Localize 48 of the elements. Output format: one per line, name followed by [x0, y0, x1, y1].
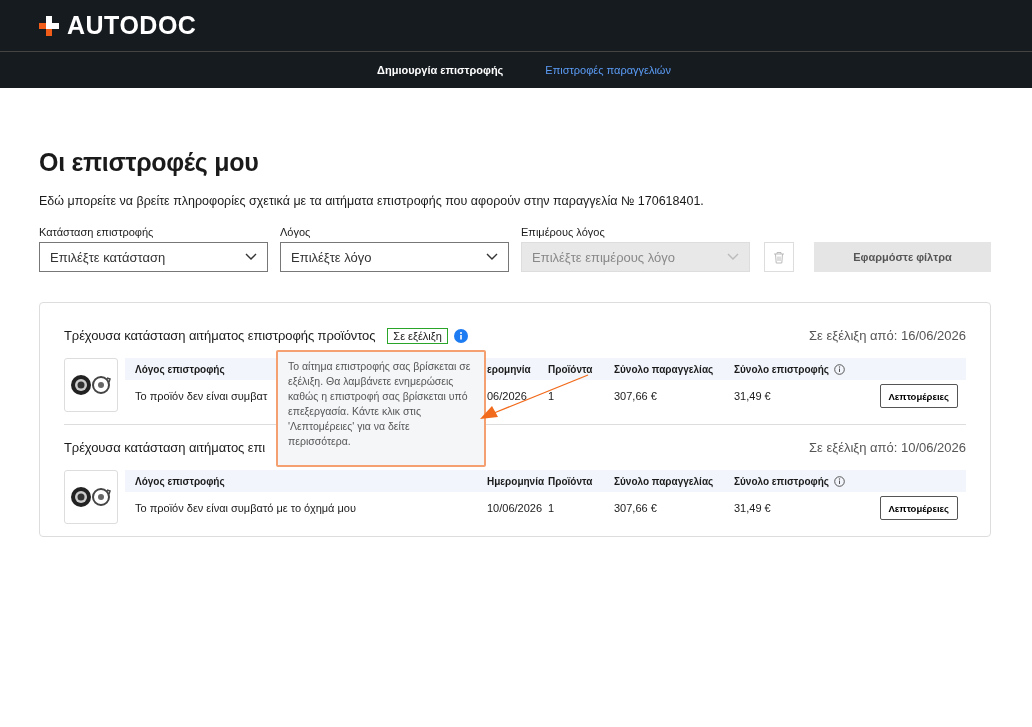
wheel-bearing-icon [70, 373, 112, 397]
tooltip: Το αίτημα επιστροφής σας βρίσκεται σε εξέλιξη. Θα λαμβάνετε ενημερώσεις καθώς η επιστροφή σας βρίσκεται υπό επεξεργασία. Κάντε κλικ στις 'Λεπτομέρειες' για να δείτε περισσότερα. [276, 350, 486, 467]
wheel-bearing-icon [70, 485, 112, 509]
filter-select[interactable]: Επιλέξτε λόγο [280, 242, 509, 272]
column-header: Προϊόντα [548, 363, 593, 375]
return-status-title: Τρέχουσα κατάσταση αιτήματος επι [64, 440, 266, 455]
table-cell: 10/06/2026 [487, 502, 543, 514]
table-cell: 307,66 € [614, 502, 657, 514]
column-header: Προϊόντα [548, 475, 593, 487]
column-header: Σύνολο επιστροφής [734, 363, 846, 375]
column-header: Ημερομηνία [487, 475, 545, 487]
table-cell: 1 [548, 390, 555, 402]
plus-logo-icon [39, 15, 59, 36]
nav-tab[interactable]: Επιστροφές παραγγελιών [545, 64, 671, 76]
column-header: Σύνολο παραγγελίας [614, 475, 714, 487]
table-cell: 1 [548, 502, 555, 514]
table-cell: Το προϊόν δεν είναι συμβατό με το όχημά μου [135, 502, 356, 514]
intro-text: Εδώ μπορείτε να βρείτε πληροφορίες σχετικά με τα αιτήματα επιστροφής που αφορούν στην παραγγελία № 170618401. [39, 194, 705, 208]
info-icon[interactable] [453, 328, 468, 343]
filter-label: Λόγος [280, 226, 312, 238]
info-icon[interactable] [834, 475, 846, 487]
column-header: Λόγος επιστροφής [135, 475, 225, 487]
chevron-down-icon [486, 253, 498, 261]
chevron-down-icon [727, 253, 739, 261]
info-icon[interactable] [834, 363, 846, 375]
filter-label: Επιμέρους λόγος [521, 226, 606, 238]
status-badge: Σε εξέλιξη [387, 327, 448, 344]
nav-tab[interactable]: Δημιουργία επιστροφής [377, 64, 504, 76]
column-header: ερομηνία [487, 363, 531, 375]
status-since-text: Σε εξέλιξη από: 10/06/2026 [809, 440, 966, 455]
filter-select[interactable]: Επιλέξτε κατάσταση [39, 242, 268, 272]
table-cell: Το προϊόν δεν είναι συμβατ [135, 390, 268, 402]
table-cell: 31,49 € [734, 390, 771, 402]
details-button[interactable]: Λεπτομέρειες [879, 496, 958, 520]
column-header: Σύνολο επιστροφής [734, 475, 846, 487]
status-since-text: Σε εξέλιξη από: 16/06/2026 [809, 328, 966, 343]
table-cell: 31,49 € [734, 502, 771, 514]
return-status-title: Τρέχουσα κατάσταση αιτήματος επιστροφής προϊόντος [64, 328, 376, 343]
brand-name[interactable]: AUTODOC [67, 11, 197, 40]
chevron-down-icon [245, 253, 257, 261]
page-title: Οι επιστροφές μου [39, 148, 260, 177]
column-header: Λόγος επιστροφής [135, 363, 225, 375]
table-cell: 06/2026 [487, 390, 527, 402]
column-header: Σύνολο παραγγελίας [614, 363, 714, 375]
trash-icon [773, 250, 785, 264]
filter-label: Κατάσταση επιστροφής [39, 226, 155, 238]
table-cell: 307,66 € [614, 390, 657, 402]
details-button[interactable]: Λεπτομέρειες [879, 384, 958, 408]
